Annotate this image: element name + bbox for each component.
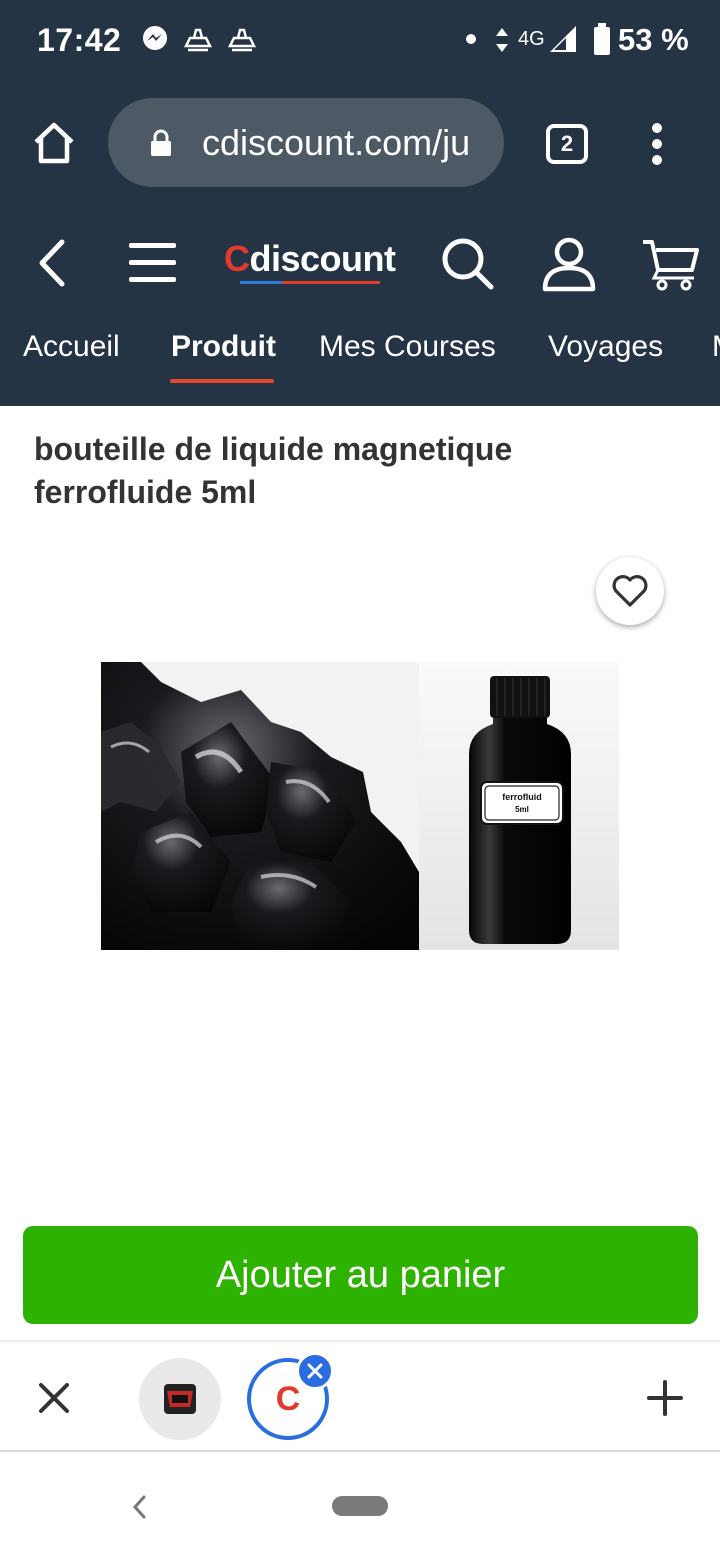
url-text: cdiscount.com/ju bbox=[202, 122, 471, 163]
tab-count: 2 bbox=[560, 131, 574, 156]
tab-produit[interactable]: Produit bbox=[171, 330, 276, 364]
tab-strip: C bbox=[0, 1344, 720, 1452]
tab-mes-courses[interactable]: Mes Courses bbox=[319, 330, 496, 364]
signal-icon bbox=[548, 24, 578, 59]
product-image[interactable]: ferrofluid 5ml bbox=[101, 662, 619, 950]
tab-thumbnail[interactable] bbox=[139, 1358, 221, 1440]
network-label: 4G bbox=[518, 28, 545, 50]
bottle-label-name: ferrofluid bbox=[502, 792, 542, 802]
battery-icon bbox=[592, 22, 612, 61]
home-gesture-pill[interactable] bbox=[332, 1496, 388, 1516]
plus-icon[interactable] bbox=[647, 1380, 683, 1421]
url-bar[interactable]: cdiscount.com/ju bbox=[108, 98, 504, 187]
status-time: 17:42 bbox=[37, 22, 122, 58]
active-tab-indicator bbox=[170, 379, 274, 383]
tab-switcher-button[interactable]: 2 bbox=[546, 124, 588, 164]
home-icon[interactable] bbox=[30, 120, 78, 171]
favorite-button[interactable] bbox=[596, 557, 664, 625]
data-arrows-icon bbox=[494, 26, 510, 59]
battery-percentage: 53 % bbox=[618, 22, 689, 57]
logo-underline bbox=[240, 281, 380, 284]
browser-toolbar: cdiscount.com/ju 2 bbox=[0, 82, 720, 206]
tab-accueil[interactable]: Accueil bbox=[23, 330, 120, 364]
more-menu-icon[interactable] bbox=[649, 122, 665, 171]
add-to-cart-button[interactable]: Ajouter au panier bbox=[23, 1226, 698, 1324]
menu-icon[interactable] bbox=[128, 240, 178, 291]
search-icon[interactable] bbox=[440, 236, 496, 297]
lock-icon bbox=[148, 128, 174, 163]
back-icon[interactable] bbox=[34, 238, 68, 293]
system-back-icon[interactable] bbox=[130, 1494, 148, 1525]
system-navigation-bar bbox=[0, 1454, 720, 1560]
close-icon[interactable] bbox=[38, 1382, 70, 1419]
bottle-label-volume: 5ml bbox=[515, 805, 529, 814]
cdiscount-logo[interactable]: Cdiscount bbox=[224, 238, 396, 280]
tab-voyages[interactable]: Voyages bbox=[548, 330, 663, 364]
messenger-icon bbox=[140, 24, 170, 59]
site-header: Cdiscount Accueil Produit Mes Courses Vo… bbox=[0, 206, 720, 406]
cart-icon[interactable] bbox=[640, 236, 700, 297]
notification-icon bbox=[182, 24, 214, 59]
close-icon bbox=[307, 1363, 323, 1384]
product-title: bouteille de liquide magnetique ferroflu… bbox=[34, 431, 513, 510]
close-tab-button[interactable] bbox=[296, 1352, 334, 1390]
logo-text: discount bbox=[249, 238, 397, 279]
account-icon[interactable] bbox=[542, 236, 596, 297]
heart-icon bbox=[611, 574, 649, 613]
dot-icon bbox=[464, 32, 478, 51]
site-favicon bbox=[163, 1383, 197, 1420]
tab-next-partial[interactable]: M bbox=[712, 330, 720, 364]
status-bar: 17:42 4G 53 % bbox=[0, 0, 720, 82]
logo-letter-c: C bbox=[224, 238, 250, 279]
notification-icon bbox=[226, 24, 258, 59]
category-nav: Accueil Produit Mes Courses Voyages M bbox=[0, 324, 720, 390]
